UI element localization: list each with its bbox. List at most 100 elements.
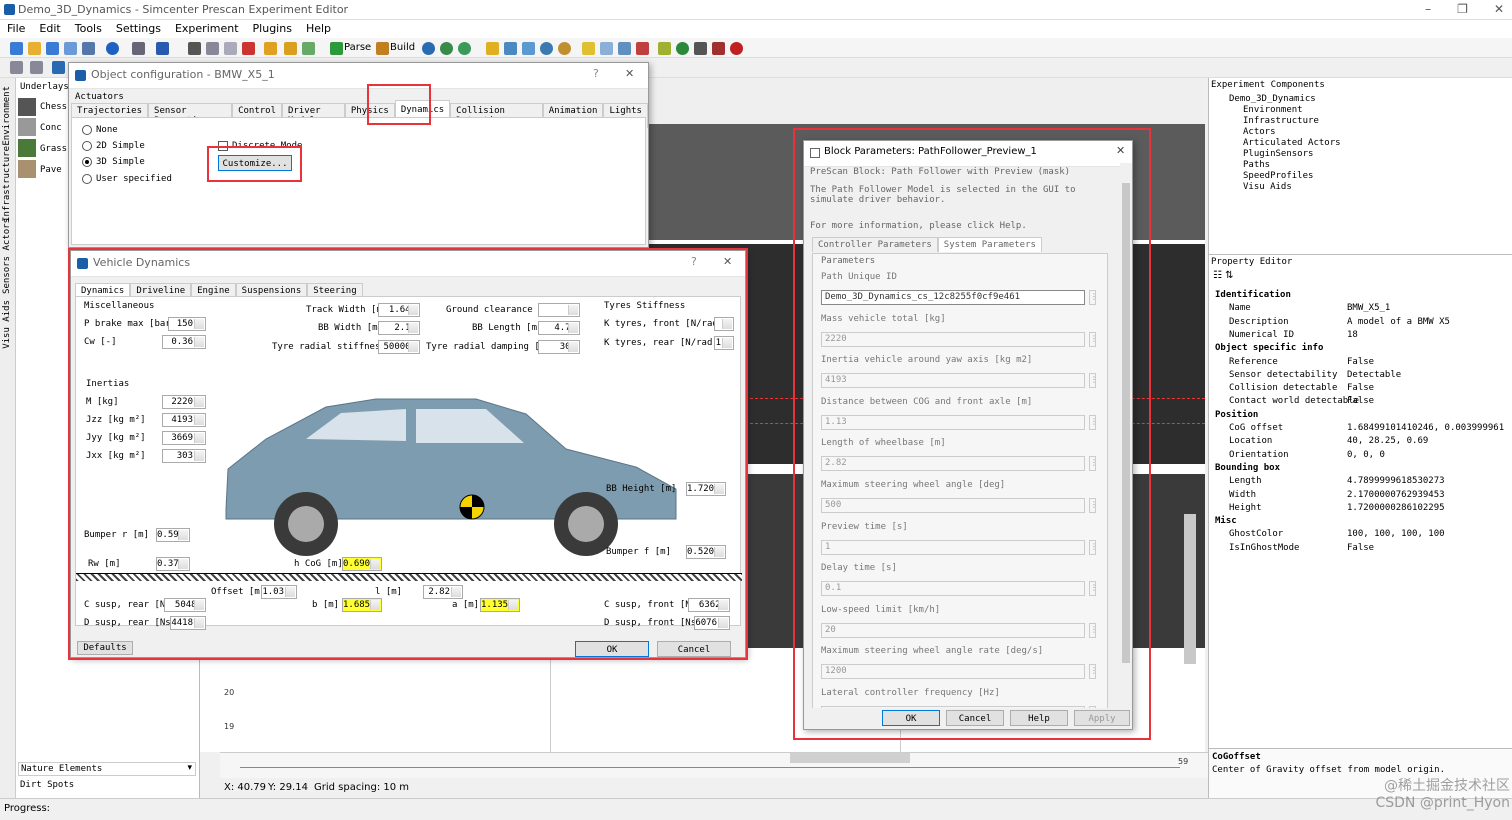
library-item[interactable]: Pave xyxy=(40,165,62,175)
p-brake-input[interactable]: 150 xyxy=(168,317,206,331)
parameter-input[interactable] xyxy=(821,706,1085,708)
grid-icon[interactable] xyxy=(504,42,517,55)
property-value[interactable]: False xyxy=(1347,543,1374,553)
vtab-sensors[interactable]: Sensors xyxy=(2,256,12,294)
menu-help[interactable]: Help xyxy=(299,20,338,38)
apply-button[interactable]: Apply xyxy=(1074,710,1130,726)
menu-edit[interactable]: Edit xyxy=(32,20,67,38)
tool-icon[interactable] xyxy=(264,42,277,55)
pavement-thumb-icon[interactable] xyxy=(18,160,36,178)
k-tyres-rear-input[interactable]: 1 xyxy=(714,336,734,350)
bb-height-input[interactable]: 1.720 xyxy=(686,482,726,496)
c-susp-rear-input[interactable]: 50481 xyxy=(164,598,206,612)
tab-system-parameters[interactable]: System Parameters xyxy=(937,237,1042,252)
horizontal-scrollbar-thumb[interactable] xyxy=(790,753,910,763)
bumper-r-input[interactable]: 0.590 xyxy=(156,528,190,542)
vertical-scrollbar-thumb[interactable] xyxy=(1184,514,1196,664)
help-button[interactable]: Help xyxy=(1010,710,1068,726)
parameter-input[interactable]: 0.1 xyxy=(821,581,1085,597)
jzz-input[interactable]: 4193 xyxy=(162,413,206,427)
menu-tools[interactable]: Tools xyxy=(68,20,109,38)
image-icon[interactable] xyxy=(636,42,649,55)
tree-node[interactable]: PluginSensors xyxy=(1243,149,1313,159)
undo-icon[interactable] xyxy=(132,42,145,55)
b-input[interactable]: 1.685 xyxy=(342,598,382,612)
tree-node[interactable]: Paths xyxy=(1243,160,1270,170)
jxx-input[interactable]: 303 xyxy=(162,449,206,463)
customize-button[interactable]: Customize... xyxy=(218,155,292,171)
close-icon[interactable]: ✕ xyxy=(625,67,634,80)
defaults-button[interactable]: Defaults xyxy=(77,641,133,655)
discrete-mode-checkbox[interactable] xyxy=(218,141,228,151)
scrollbar-thumb[interactable] xyxy=(1122,183,1130,663)
cancel-button[interactable]: Cancel xyxy=(946,710,1004,726)
ok-button[interactable]: OK xyxy=(882,710,940,726)
sphere-icon[interactable] xyxy=(558,42,571,55)
rw-input[interactable]: 0.370 xyxy=(156,557,190,571)
cw-input[interactable]: 0.36 xyxy=(162,335,206,349)
world-icon[interactable] xyxy=(440,42,453,55)
radio-3d-simple[interactable] xyxy=(82,157,92,167)
bumper-f-input[interactable]: 0.520 xyxy=(686,545,726,559)
menu-settings[interactable]: Settings xyxy=(109,20,168,38)
cut-icon[interactable] xyxy=(188,42,201,55)
parameter-input[interactable]: 20 xyxy=(821,622,1085,638)
more-options-icon[interactable]: ⋮ xyxy=(1089,664,1098,680)
more-options-icon[interactable]: ⋮ xyxy=(1089,290,1098,305)
library-item[interactable]: Conc xyxy=(40,123,62,133)
mass-input[interactable]: 2220 xyxy=(162,395,206,409)
map-icon[interactable] xyxy=(522,42,535,55)
k-tyres-front-input[interactable] xyxy=(714,317,734,331)
tyre-stiffness-input[interactable]: 500000 xyxy=(378,340,420,354)
l-input[interactable]: 2.82 xyxy=(423,585,463,599)
property-value[interactable]: False xyxy=(1347,396,1374,406)
property-value[interactable]: BMW_X5_1 xyxy=(1347,303,1390,313)
pencil-icon[interactable] xyxy=(302,42,315,55)
library-item[interactable]: Chess xyxy=(40,102,67,112)
d-susp-front-input[interactable]: 6076 xyxy=(694,616,730,630)
more-options-icon[interactable]: ⋮ xyxy=(1089,622,1098,638)
parameter-input[interactable]: 4193 xyxy=(821,373,1085,389)
cancel-button[interactable]: Cancel xyxy=(657,641,731,657)
tree-node[interactable]: Environment xyxy=(1243,105,1303,115)
more-options-icon[interactable]: ⋮ xyxy=(1089,331,1098,347)
parameter-input[interactable]: 1.13 xyxy=(821,414,1085,430)
paste-icon[interactable] xyxy=(224,42,237,55)
parameter-input[interactable]: 1200 xyxy=(821,664,1085,680)
property-value[interactable]: 40, 28.25, 0.69 xyxy=(1347,436,1428,446)
track-width-input[interactable]: 1.647 xyxy=(378,303,420,317)
save-all-icon[interactable] xyxy=(64,42,77,55)
help-icon[interactable]: ? xyxy=(593,67,599,80)
more-options-icon[interactable]: ⋮ xyxy=(1089,456,1098,472)
parse-button[interactable]: Parse xyxy=(344,42,371,53)
property-value[interactable]: 18 xyxy=(1347,330,1358,340)
nav-forward-icon[interactable] xyxy=(30,61,43,74)
vtab-actors[interactable]: Actors xyxy=(2,218,12,251)
new-icon[interactable] xyxy=(10,42,23,55)
close-icon[interactable]: ✕ xyxy=(1116,144,1125,157)
parameter-input[interactable]: 1 xyxy=(821,539,1085,555)
more-options-icon[interactable]: ⋮ xyxy=(1089,414,1098,430)
redo-icon[interactable] xyxy=(156,42,169,55)
delete-icon[interactable] xyxy=(242,42,255,55)
a-input[interactable]: 1.135 xyxy=(480,598,520,612)
tree-node[interactable]: Articulated Actors xyxy=(1243,138,1341,148)
build-button[interactable]: Build xyxy=(390,42,415,53)
library-item[interactable]: Dirt Spots xyxy=(20,780,74,790)
tree-node[interactable]: Visu Aids xyxy=(1243,182,1292,192)
radio-2d-simple[interactable] xyxy=(82,141,92,151)
cloud-icon[interactable] xyxy=(600,42,613,55)
tree-node[interactable]: SpeedProfiles xyxy=(1243,171,1313,181)
property-value[interactable]: 0, 0, 0 xyxy=(1347,450,1385,460)
d-susp-rear-input[interactable]: 4418 xyxy=(170,616,206,630)
menu-plugins[interactable]: Plugins xyxy=(246,20,299,38)
vtab-infrastructure[interactable]: Infrastructure xyxy=(2,146,12,222)
grass-thumb-icon[interactable] xyxy=(18,139,36,157)
help-icon[interactable]: ? xyxy=(691,255,697,268)
property-value[interactable]: A model of a BMW X5 xyxy=(1347,317,1450,327)
vertical-scrollbar[interactable] xyxy=(1120,163,1132,708)
tree-node[interactable]: Actors xyxy=(1243,127,1276,137)
tree-root[interactable]: Demo_3D_Dynamics xyxy=(1229,94,1316,104)
c-susp-front-input[interactable]: 63628 xyxy=(688,598,730,612)
nav-back-icon[interactable] xyxy=(10,61,23,74)
